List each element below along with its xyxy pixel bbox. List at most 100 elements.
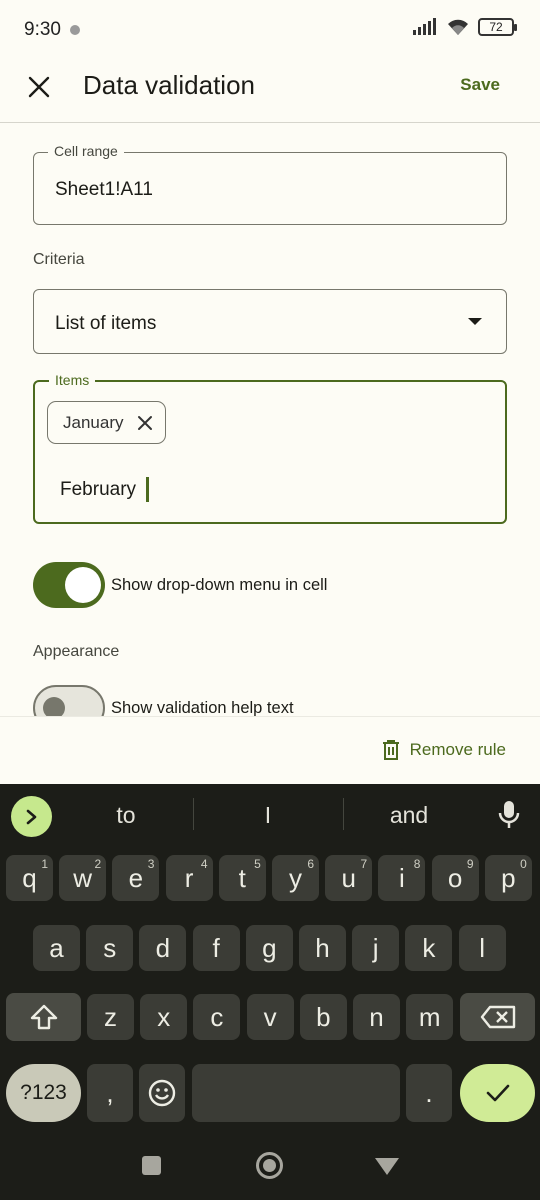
cell-range-value: Sheet1!A11 bbox=[55, 179, 153, 200]
page-title: Data validation bbox=[83, 70, 255, 100]
bottom-action-bar: Remove rule bbox=[0, 716, 540, 784]
comma-key[interactable]: , bbox=[87, 1064, 133, 1122]
recents-button[interactable] bbox=[142, 1156, 161, 1175]
criteria-select[interactable]: List of items bbox=[33, 289, 507, 354]
key-r-label: r bbox=[184, 862, 194, 893]
chevron-right-icon bbox=[26, 809, 36, 824]
trash-icon bbox=[382, 740, 399, 760]
system-nav-bar bbox=[0, 1130, 540, 1200]
key-g-label: g bbox=[262, 932, 277, 963]
suggestion-3[interactable]: and bbox=[374, 802, 444, 829]
key-z-label: z bbox=[104, 1001, 117, 1032]
symbols-key[interactable]: ?123 bbox=[6, 1064, 81, 1122]
suggestion-1[interactable]: to bbox=[96, 802, 156, 829]
criteria-label: Criteria bbox=[33, 251, 85, 268]
key-i[interactable]: i8 bbox=[378, 855, 426, 901]
key-a-label: a bbox=[49, 932, 64, 963]
key-y-hint: 6 bbox=[307, 857, 314, 871]
key-i-label: i bbox=[399, 862, 405, 893]
items-input-text: February bbox=[60, 478, 137, 500]
key-p[interactable]: p0 bbox=[484, 855, 532, 901]
shift-icon bbox=[30, 1004, 57, 1030]
key-u[interactable]: u7 bbox=[325, 855, 373, 901]
key-b-label: b bbox=[316, 1001, 331, 1032]
key-v[interactable]: v bbox=[246, 994, 294, 1040]
close-icon[interactable] bbox=[137, 415, 153, 431]
key-k[interactable]: k bbox=[405, 925, 453, 971]
soft-keyboard: to I and ?123 , . q 1 w 2 e 3 r 4 t 5 y … bbox=[0, 784, 540, 1130]
home-button[interactable] bbox=[256, 1152, 283, 1179]
battery-icon: 72 bbox=[478, 18, 517, 36]
key-t-label: t bbox=[238, 862, 246, 893]
key-h-label: h bbox=[315, 932, 330, 963]
key-d[interactable]: d bbox=[139, 925, 187, 971]
key-w[interactable]: w2 bbox=[59, 855, 107, 901]
suggestion-strip: to I and bbox=[0, 784, 540, 844]
items-input[interactable]: February bbox=[60, 477, 149, 502]
key-u-label: u bbox=[341, 862, 356, 893]
notification-dot-icon bbox=[70, 25, 80, 35]
key-t-hint: 5 bbox=[254, 857, 261, 871]
space-key[interactable] bbox=[192, 1064, 400, 1122]
key-y[interactable]: y6 bbox=[272, 855, 319, 901]
wifi-icon bbox=[448, 19, 468, 35]
status-bar: 9:30 72 bbox=[0, 0, 540, 60]
key-g[interactable]: g bbox=[245, 925, 293, 971]
emoji-key[interactable] bbox=[139, 1064, 185, 1122]
key-o[interactable]: o9 bbox=[431, 855, 479, 901]
key-f-label: f bbox=[212, 932, 220, 963]
key-h[interactable]: h bbox=[299, 925, 346, 971]
remove-rule-button[interactable]: Remove rule bbox=[382, 740, 506, 760]
key-o-hint: 9 bbox=[466, 857, 474, 871]
key-n-label: n bbox=[369, 1001, 384, 1032]
shift-key[interactable] bbox=[6, 993, 81, 1041]
cell-range-field[interactable]: Cell range Sheet1!A11 bbox=[33, 143, 507, 225]
key-y-label: y bbox=[289, 862, 302, 893]
key-t[interactable]: t5 bbox=[218, 855, 266, 901]
key-m-label: m bbox=[418, 1001, 441, 1032]
suggestion-divider bbox=[193, 798, 194, 830]
suggestion-divider bbox=[343, 798, 344, 830]
item-chip[interactable]: January bbox=[47, 401, 167, 444]
key-m[interactable]: m bbox=[406, 994, 454, 1040]
back-button[interactable] bbox=[375, 1158, 399, 1175]
key-x[interactable]: x bbox=[140, 994, 188, 1040]
key-e[interactable]: e3 bbox=[112, 855, 160, 901]
backspace-key[interactable] bbox=[460, 993, 535, 1041]
key-l-label: l bbox=[479, 932, 485, 963]
text-cursor bbox=[146, 477, 149, 502]
key-q[interactable]: q1 bbox=[6, 855, 53, 901]
items-field[interactable]: Items January February bbox=[33, 372, 507, 524]
status-icons: 72 bbox=[412, 18, 517, 36]
suggestion-2[interactable]: I bbox=[238, 802, 298, 829]
key-n[interactable]: n bbox=[353, 994, 400, 1040]
items-label: Items bbox=[49, 372, 96, 388]
key-z[interactable]: z bbox=[87, 994, 134, 1040]
dropdown-toggle-row[interactable]: Show drop-down menu in cell bbox=[33, 562, 327, 608]
save-button[interactable]: Save bbox=[460, 75, 500, 95]
key-f[interactable]: f bbox=[192, 925, 240, 971]
cell-range-label: Cell range bbox=[48, 143, 124, 159]
expand-toolbar-button[interactable] bbox=[11, 796, 52, 837]
key-r[interactable]: r4 bbox=[165, 855, 213, 901]
key-l[interactable]: l bbox=[458, 925, 506, 971]
key-j[interactable]: j bbox=[352, 925, 400, 971]
close-button[interactable] bbox=[22, 70, 56, 104]
key-s-label: s bbox=[103, 932, 117, 963]
key-b[interactable]: b bbox=[299, 994, 347, 1040]
dropdown-toggle-switch[interactable] bbox=[33, 562, 105, 608]
key-k-label: k bbox=[422, 932, 436, 963]
key-c[interactable]: c bbox=[193, 994, 241, 1040]
help-text-toggle-label: Show validation help text bbox=[111, 698, 294, 717]
microphone-icon[interactable] bbox=[498, 800, 520, 830]
dropdown-toggle-label: Show drop-down menu in cell bbox=[111, 575, 328, 594]
emoji-icon bbox=[148, 1079, 176, 1107]
enter-key[interactable] bbox=[460, 1064, 535, 1122]
key-j-label: j bbox=[372, 932, 379, 963]
period-key[interactable]: . bbox=[406, 1064, 452, 1122]
key-a[interactable]: a bbox=[33, 925, 80, 971]
key-q-label: q bbox=[22, 862, 37, 893]
key-s[interactable]: s bbox=[86, 925, 134, 971]
dropdown-arrow-icon bbox=[468, 318, 482, 325]
key-w-label: w bbox=[73, 862, 93, 893]
